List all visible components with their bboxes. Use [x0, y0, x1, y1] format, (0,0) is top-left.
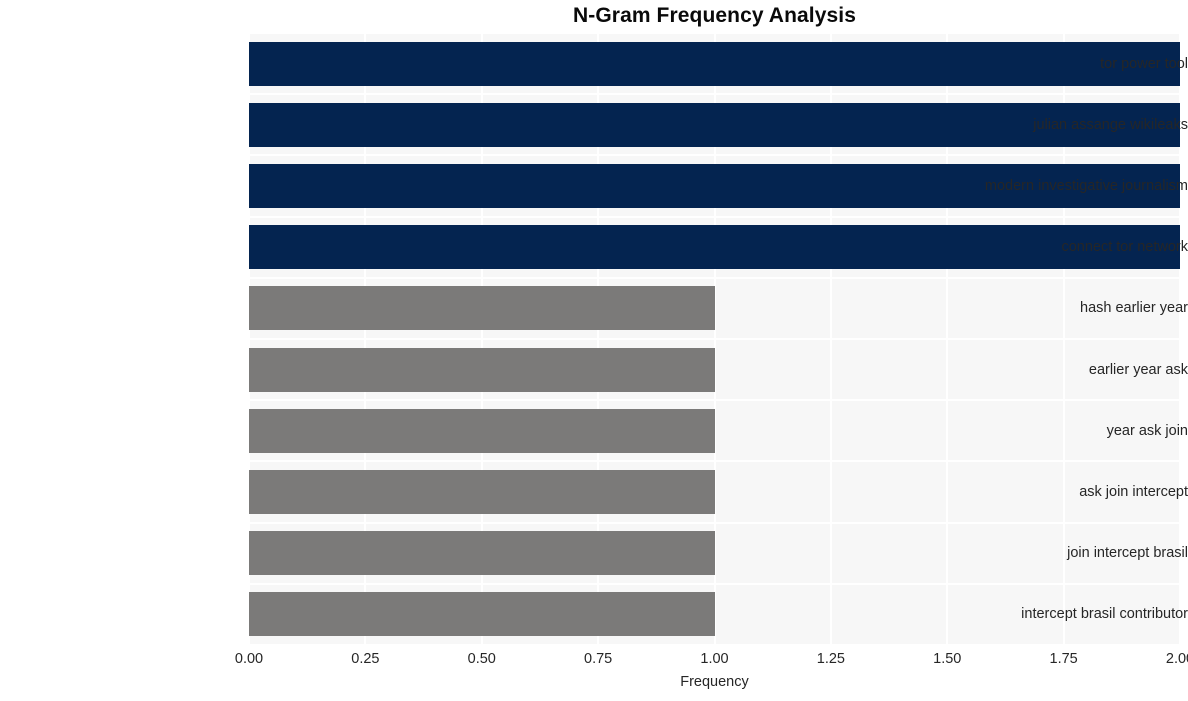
x-tick-label: 2.00	[1165, 651, 1188, 667]
y-tick-label: ask join intercept	[1079, 484, 1188, 500]
x-tick-label: 0.75	[584, 651, 613, 667]
y-tick-label: join intercept brasil	[1067, 545, 1188, 562]
chart-title: N-Gram Frequency Analysis	[573, 4, 856, 27]
y-axis-tick-labels: tor power tool julian assange wikileaks mo…	[0, 33, 1188, 645]
x-tick-label: 1.25	[816, 651, 845, 667]
y-tick-label: julian assange wikileaks	[1033, 116, 1188, 133]
x-axis-tick-labels: 0.00 0.25 0.50 0.75 1.00 1.25 1.50 1.75 2.00	[235, 651, 1188, 673]
x-axis-label: Frequency	[680, 674, 749, 690]
y-tick-label: modern investigative journalism	[984, 178, 1188, 194]
y-tick-label: hash earlier year	[1080, 300, 1188, 317]
y-tick-label: intercept brasil contributor	[1021, 606, 1188, 623]
chart-figure: N-Gram Frequency Analysis tor power tool…	[0, 0, 1188, 701]
y-tick-label: tor power tool	[1100, 55, 1188, 72]
x-tick-label: 1.50	[933, 651, 962, 667]
x-tick-label: 0.00	[234, 651, 264, 667]
x-tick-label: 0.50	[467, 651, 496, 667]
x-tick-label: 1.75	[1049, 651, 1078, 667]
x-tick-label: 0.25	[351, 651, 380, 667]
y-tick-label: connect tor network	[1061, 239, 1188, 256]
y-tick-label: year ask join	[1106, 422, 1188, 439]
x-tick-label: 1.00	[700, 651, 729, 667]
y-tick-label: earlier year ask	[1088, 361, 1188, 378]
